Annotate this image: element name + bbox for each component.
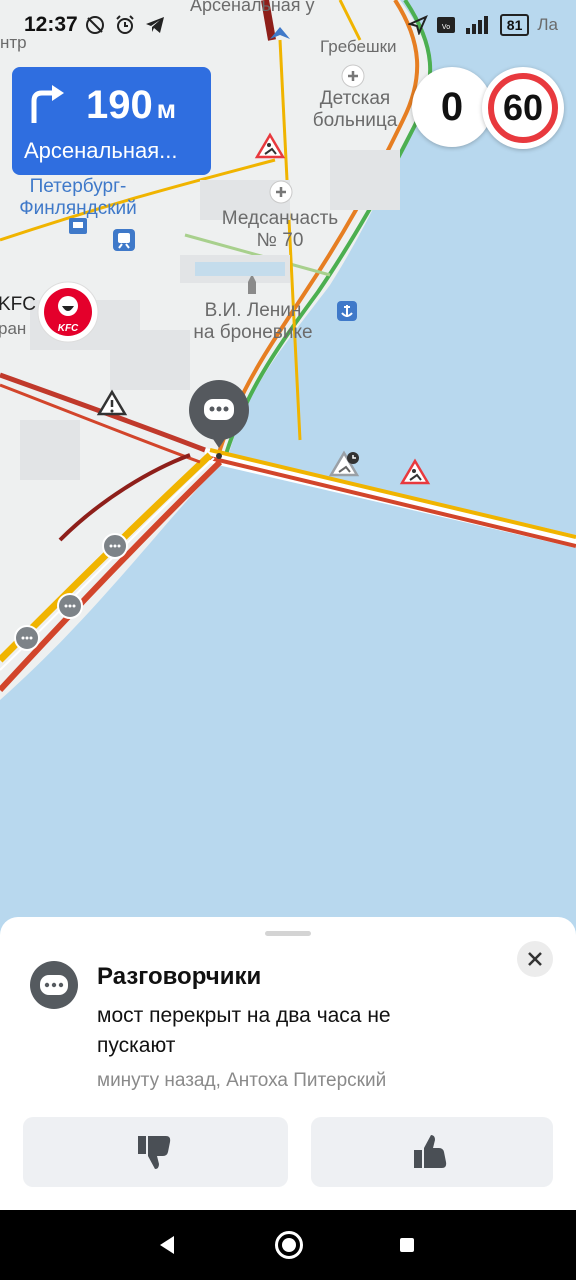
map-label-kfc-sub: ран	[0, 319, 27, 338]
maneuver-card[interactable]: 190 м Арсенальная...	[12, 67, 211, 175]
back-icon[interactable]	[158, 1235, 176, 1255]
status-icons-left	[84, 14, 166, 36]
event-meta: минуту назад, Антоха Питерский	[97, 1070, 387, 1091]
recents-icon[interactable]	[400, 1238, 414, 1252]
maneuver-street: Арсенальная...	[24, 138, 178, 163]
status-time: 12:37	[24, 13, 78, 36]
alarm-icon	[116, 15, 134, 34]
location-icon	[407, 15, 428, 35]
map-label-lenin[interactable]: В.И. Ленин на броневике	[180, 300, 326, 344]
telegram-icon	[146, 17, 164, 33]
building	[110, 330, 190, 390]
chat-marker-icon	[102, 533, 128, 559]
maneuver-distance-unit: м	[156, 94, 176, 124]
dislike-button[interactable]	[23, 1117, 288, 1187]
current-speed: 0	[412, 67, 492, 147]
maneuver-distance-value: 190	[86, 83, 153, 127]
speed-limit-value: 60	[488, 73, 558, 143]
turn-right-icon	[31, 85, 64, 123]
map-label-corner-left: нтр	[0, 33, 27, 52]
sheet-grabber[interactable]	[265, 931, 311, 936]
volte-icon: Vo	[436, 17, 455, 33]
speed-limit-sign: 60	[482, 67, 564, 149]
chat-avatar	[30, 961, 78, 1009]
pier-icon	[337, 301, 357, 321]
map-label-hospital[interactable]: Детская больница	[312, 88, 398, 132]
home-icon-dot	[282, 1238, 296, 1252]
thumbs-down-icon	[137, 1136, 170, 1169]
hospital-icon	[341, 64, 365, 88]
event-message: мост перекрыт на два часа не пускают	[97, 1004, 391, 1057]
map-label-station[interactable]: Петербург- Финляндский	[12, 176, 144, 220]
chat-bubble-icon	[40, 975, 68, 995]
map-label-corner-right: Ла	[537, 15, 558, 34]
event-bottom-sheet: Разговорчики мост перекрыт на два часа н…	[0, 917, 576, 1210]
signal-4g-icon	[465, 16, 488, 34]
maneuver-distance: 190 м	[86, 83, 176, 128]
pool	[195, 262, 285, 276]
status-bar: нтр 12:37 Vo 81 Ла	[0, 0, 576, 52]
map-label-kfc[interactable]: KFC	[0, 294, 36, 316]
ticket-office-icon	[69, 218, 87, 234]
kfc-logo-text: KFC	[57, 323, 79, 334]
train-station-icon	[113, 229, 135, 251]
chat-marker-icon	[14, 625, 40, 651]
close-button[interactable]	[517, 941, 553, 977]
dnd-off-icon	[86, 16, 104, 34]
chat-marker-icon	[57, 593, 83, 619]
building	[20, 420, 80, 480]
building	[330, 150, 400, 210]
like-button[interactable]	[311, 1117, 553, 1187]
thumbs-up-icon	[414, 1135, 447, 1168]
battery-icon: 81	[499, 14, 530, 36]
map-label-medsanchast[interactable]: Медсанчасть № 70	[212, 208, 348, 252]
hospital-icon	[269, 180, 293, 204]
close-icon	[528, 952, 542, 966]
svg-text:Vo: Vo	[442, 24, 450, 31]
event-title: Разговорчики	[97, 963, 262, 990]
status-icons-right: Vo 81 Ла	[407, 14, 558, 36]
home-icon[interactable]	[275, 1231, 303, 1259]
system-nav-bar	[0, 1210, 576, 1280]
